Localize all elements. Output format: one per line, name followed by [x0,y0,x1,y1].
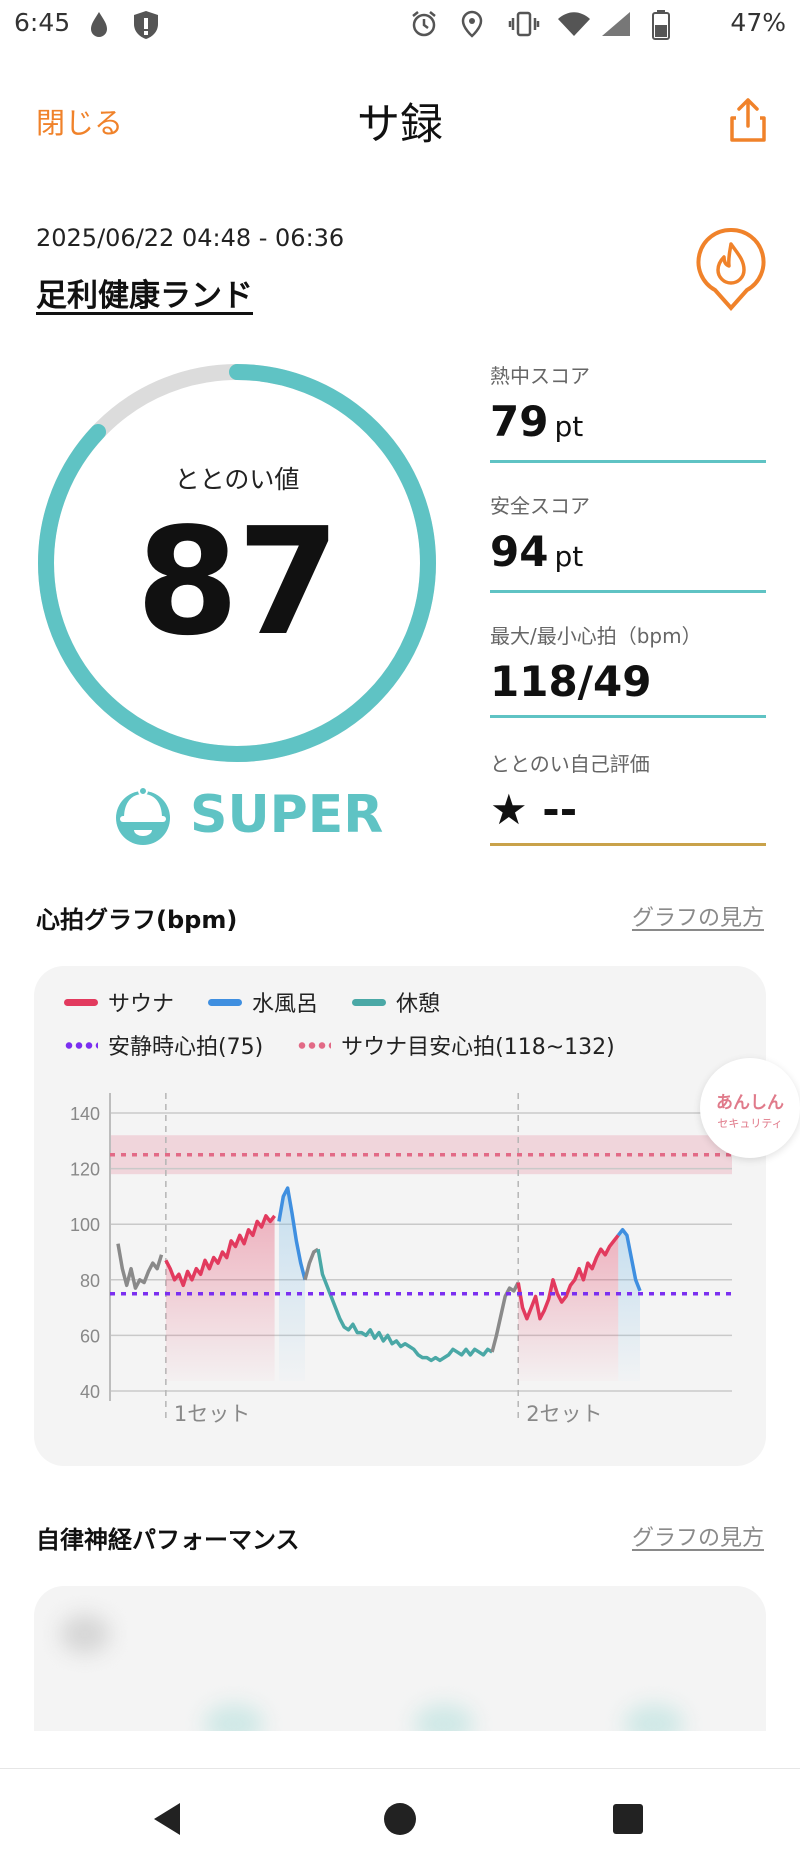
sauna-area [518,1235,619,1381]
session-datetime: 2025/06/22 04:48 - 06:36 [36,224,345,252]
ans-section-title: 自律神経パフォーマンス [36,1526,300,1554]
status-time: 6:45 [14,8,71,37]
shield-icon [134,11,158,39]
battery-icon [652,10,670,40]
safety-score-unit: pt [554,540,584,573]
totonoi-rank: SUPER [190,785,384,845]
heart-rate-chart: 140 120 100 80 60 40 1セット 2セット [70,1093,732,1426]
home-icon[interactable] [380,1799,420,1839]
facility-name-link[interactable]: 足利健康ランド [36,270,253,315]
star-icon: ★ [490,785,528,834]
heart-rate-range: 最大/最小心拍（bpm） 118/49 [490,620,766,718]
blurred-content [60,1614,110,1654]
heart-rate-graph-card: サウナ 水風呂 休憩 安静時心拍(75) サウナ目安心拍(118~132) 14… [34,966,766,1466]
ans-help-link[interactable]: グラフの見方 [632,1520,764,1552]
security-badge[interactable]: あんしん セキュリティ [700,1058,800,1158]
page-title: サ録 [357,100,443,150]
totonoi-value: 87 [136,496,340,668]
transition-line [303,1247,320,1281]
safety-score-value: 94 [490,527,549,576]
fire-icon[interactable] [694,226,768,312]
sauna-hat-icon [116,786,170,845]
set-label: 2セット [526,1402,602,1426]
y-tick-label: 60 [80,1326,100,1346]
security-badge-line1: あんしん [716,1093,784,1113]
rest-line [316,1248,494,1363]
heart-rate-range-value: 118/49 [490,657,652,706]
status-bar: 6:45 47% [0,0,800,52]
heat-score-value: 79 [490,397,549,446]
security-badge-line2: セキュリティ [717,1117,783,1130]
divider [490,590,766,593]
self-evaluation-value: -- [542,785,578,834]
transition-line [116,1243,164,1290]
heat-score-label: 熱中スコア [490,364,590,388]
heat-score: 熱中スコア 79 pt [490,360,766,463]
y-tick-label: 100 [70,1215,100,1235]
divider [490,715,766,718]
vibrate-icon [508,11,540,37]
heart-rate-range-label: 最大/最小心拍（bpm） [490,624,702,648]
heat-score-unit: pt [554,410,584,443]
recents-icon[interactable] [608,1799,648,1839]
system-nav-bar [0,1768,800,1867]
alarm-icon [412,11,436,37]
blurred-content [414,1704,474,1731]
blurred-content [624,1704,684,1731]
self-evaluation[interactable]: ととのい自己評価 ★ -- [490,748,766,846]
y-tick-label: 80 [80,1271,100,1291]
location-icon [461,10,483,38]
ans-graph-card [34,1586,766,1731]
set-label: 1セット [174,1402,250,1426]
y-tick-label: 140 [70,1104,100,1124]
divider [490,460,766,463]
divider [490,843,766,846]
sauna-area [165,1215,275,1381]
self-evaluation-label: ととのい自己評価 [490,752,650,776]
heart-rate-section-title: 心拍グラフ(bpm) [36,906,238,934]
wifi-icon [558,12,590,36]
heart-rate-help-link[interactable]: グラフの見方 [632,900,764,932]
back-icon[interactable] [148,1799,188,1839]
blurred-content [204,1704,264,1731]
safety-score: 安全スコア 94 pt [490,490,766,593]
app-header: 閉じる サ録 [0,60,800,170]
safety-score-label: 安全スコア [490,494,590,518]
y-tick-label: 120 [70,1160,100,1180]
drop-icon [91,12,107,37]
y-tick-label: 40 [80,1382,100,1402]
battery-percent: 47% [730,8,786,37]
signal-icon [602,12,630,36]
totonoi-label: ととのい値 [174,465,300,494]
share-icon[interactable] [728,96,768,144]
